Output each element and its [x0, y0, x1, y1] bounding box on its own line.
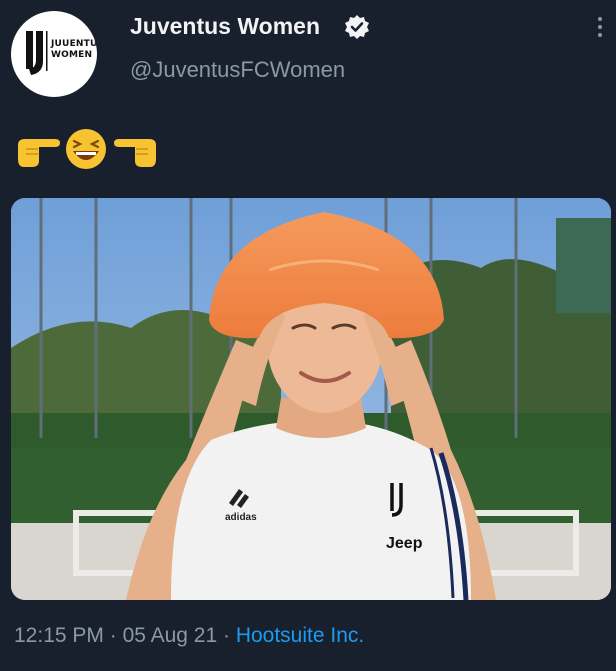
tweet-text: [14, 127, 174, 171]
pointing-right-hand-emoji: [18, 139, 60, 167]
laughing-face-emoji: [66, 129, 106, 169]
more-vertical-icon[interactable]: [592, 14, 608, 42]
verified-badge-icon: [345, 15, 369, 39]
user-handle[interactable]: @JuventusFCWomen: [130, 57, 345, 83]
meta-separator-2: ·: [217, 624, 236, 647]
pointing-left-hand-emoji: [114, 139, 156, 167]
avatar-text-line2: WOMEN: [51, 50, 93, 60]
photo-player-with-cone-hat: adidas Jeep: [11, 198, 611, 600]
display-name[interactable]: Juventus Women: [130, 13, 320, 40]
tweet-time[interactable]: 12:15 PM: [14, 624, 104, 647]
meta-separator: ·: [103, 624, 123, 647]
tweet-date[interactable]: 05 Aug 21: [123, 624, 218, 647]
avatar[interactable]: JUUENTUS WOMEN: [11, 11, 97, 97]
shirt-brand-text: adidas: [225, 512, 257, 523]
avatar-text-line1: JUUENTUS: [51, 39, 97, 49]
tweet-meta: 12:15 PM · 05 Aug 21 · Hootsuite Inc.: [14, 624, 364, 648]
avatar-wordmark: JUUENTUS WOMEN: [51, 39, 97, 61]
tweet-source-link[interactable]: Hootsuite Inc.: [236, 624, 364, 647]
shirt-sponsor-text: Jeep: [386, 535, 423, 552]
tweet-card: JUUENTUS WOMEN Juventus Women @JuventusF…: [0, 0, 616, 671]
tweet-photo[interactable]: adidas Jeep: [11, 198, 611, 600]
